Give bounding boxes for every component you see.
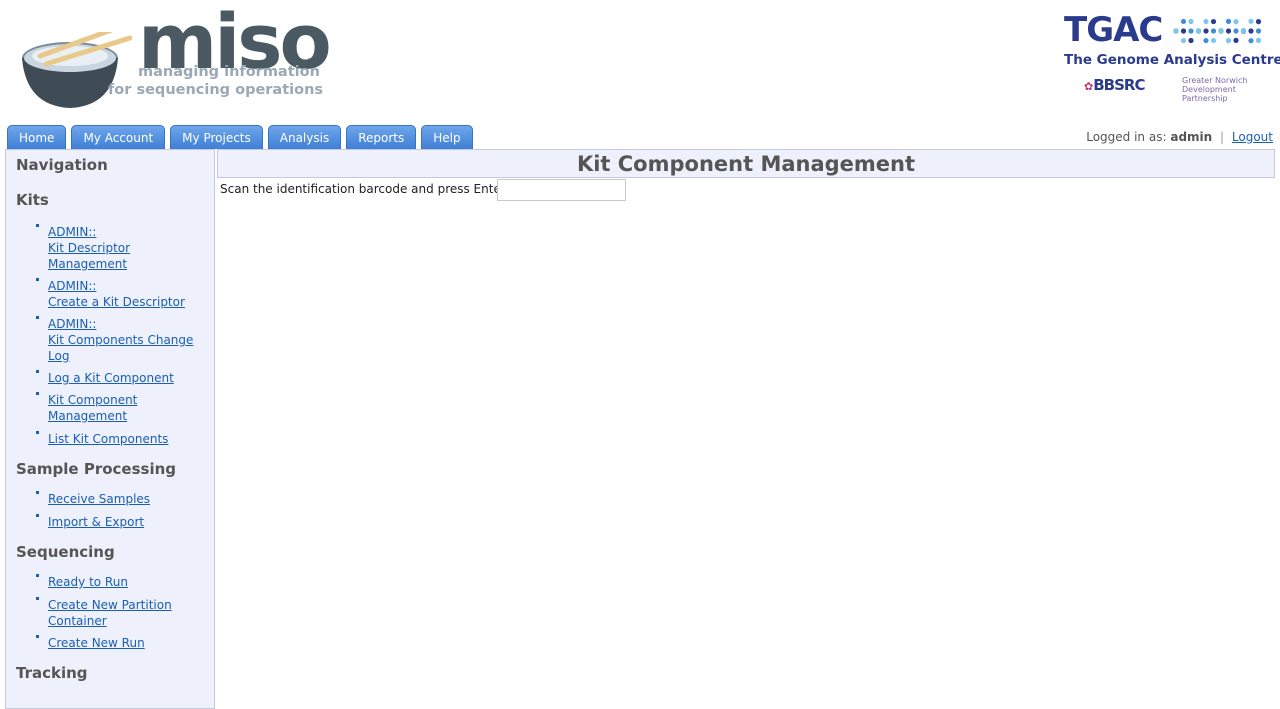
list-item: Ready to Run (36, 574, 208, 590)
tab-my-projects[interactable]: My Projects (170, 125, 263, 149)
tgac-subtitle: The Genome Analysis Centre™ (1064, 52, 1280, 68)
logo-tagline-1: managing information (138, 64, 320, 80)
receive-samples-link[interactable]: Receive Samples (48, 492, 150, 506)
list-kit-components-link[interactable]: List Kit Components (48, 432, 168, 446)
list-item: Log a Kit Component (36, 370, 208, 386)
tab-reports[interactable]: Reports (346, 125, 417, 149)
list-item: ADMIN:: Create a Kit Descriptor (36, 278, 208, 310)
login-prefix: Logged in as: (1086, 130, 1167, 144)
miso-logo[interactable]: miso TM managing information for sequenc… (20, 4, 332, 110)
tab-my-account[interactable]: My Account (71, 125, 166, 149)
main-tabs: Home My Account My Projects Analysis Rep… (7, 125, 473, 149)
list-item: Receive Samples (36, 491, 208, 507)
kit-descriptor-management-link[interactable]: ADMIN:: Kit Descriptor Management (48, 225, 130, 271)
list-item: List Kit Components (36, 431, 208, 447)
log-kit-component-link[interactable]: Log a Kit Component (48, 371, 174, 385)
page-title: Kit Component Management (217, 149, 1275, 178)
list-item: ADMIN:: Kit Descriptor Management (36, 224, 208, 272)
sidebar-section-sequencing: Sequencing (16, 543, 115, 561)
logout-link[interactable]: Logout (1232, 130, 1273, 144)
sidebar-section-sample-processing: Sample Processing (16, 460, 177, 478)
sidebar-section-kits: Kits (16, 191, 49, 209)
tgac-logo[interactable]: TGAC The Genome Analysis Centre™ ✿BBSRC … (1062, 10, 1280, 110)
login-username: admin (1170, 130, 1213, 144)
bowl-chopsticks-icon (22, 32, 132, 108)
admin-prefix: ADMIN:: (48, 225, 97, 239)
tab-analysis[interactable]: Analysis (267, 125, 342, 149)
header: miso TM managing information for sequenc… (0, 0, 1280, 125)
login-separator: | (1220, 130, 1225, 144)
logo-tagline-2: for sequencing operations (108, 82, 324, 98)
kits-list: ADMIN:: Kit Descriptor Management ADMIN::… (36, 224, 208, 447)
bbsrc-text: BBSRC (1093, 76, 1145, 94)
sample-processing-list: Receive Samples Import & Export (36, 491, 208, 530)
gndp-logo: Greater Norwich Development Partnership (1182, 76, 1248, 103)
admin-prefix: ADMIN:: (48, 279, 97, 293)
kit-components-change-log-link[interactable]: ADMIN:: Kit Components Change Log (48, 317, 193, 363)
create-new-partition-container-link[interactable]: Create New Partition Container (48, 598, 172, 628)
sequencing-list: Ready to Run Create New Partition Contai… (36, 574, 208, 651)
list-item: Create New Run (36, 635, 208, 651)
list-item: Create New Partition Container (36, 597, 208, 629)
tab-home[interactable]: Home (7, 125, 67, 149)
import-export-link[interactable]: Import & Export (48, 515, 144, 529)
link-label: Create a Kit Descriptor (48, 295, 185, 309)
barcode-input[interactable] (497, 179, 626, 201)
login-status: Logged in as: admin | Logout (1086, 130, 1273, 144)
bbsrc-logo: ✿BBSRC (1084, 76, 1145, 94)
bbsrc-mark-icon: ✿ (1084, 80, 1093, 93)
create-kit-descriptor-link[interactable]: ADMIN:: Create a Kit Descriptor (48, 279, 185, 309)
list-item: Import & Export (36, 514, 208, 530)
tgac-wordmark: TGAC (1064, 10, 1163, 50)
link-label: Kit Components Change Log (48, 333, 194, 363)
list-item: Kit Component Management (36, 392, 208, 424)
kit-component-management-link[interactable]: Kit Component Management (48, 393, 137, 423)
sidebar-section-tracking: Tracking (16, 664, 88, 682)
ready-to-run-link[interactable]: Ready to Run (48, 575, 128, 589)
admin-prefix: ADMIN:: (48, 317, 97, 331)
create-new-run-link[interactable]: Create New Run (48, 636, 145, 650)
link-label: Kit Descriptor Management (48, 241, 131, 271)
tab-help[interactable]: Help (421, 125, 473, 149)
list-item: ADMIN:: Kit Components Change Log (36, 316, 208, 364)
sidebar: Navigation Kits ADMIN:: Kit Descriptor Ma… (5, 149, 215, 709)
sidebar-heading: Navigation (16, 156, 108, 174)
dna-helix-icon (1173, 18, 1262, 44)
scan-barcode-label: Scan the identification barcode and pres… (220, 182, 506, 196)
